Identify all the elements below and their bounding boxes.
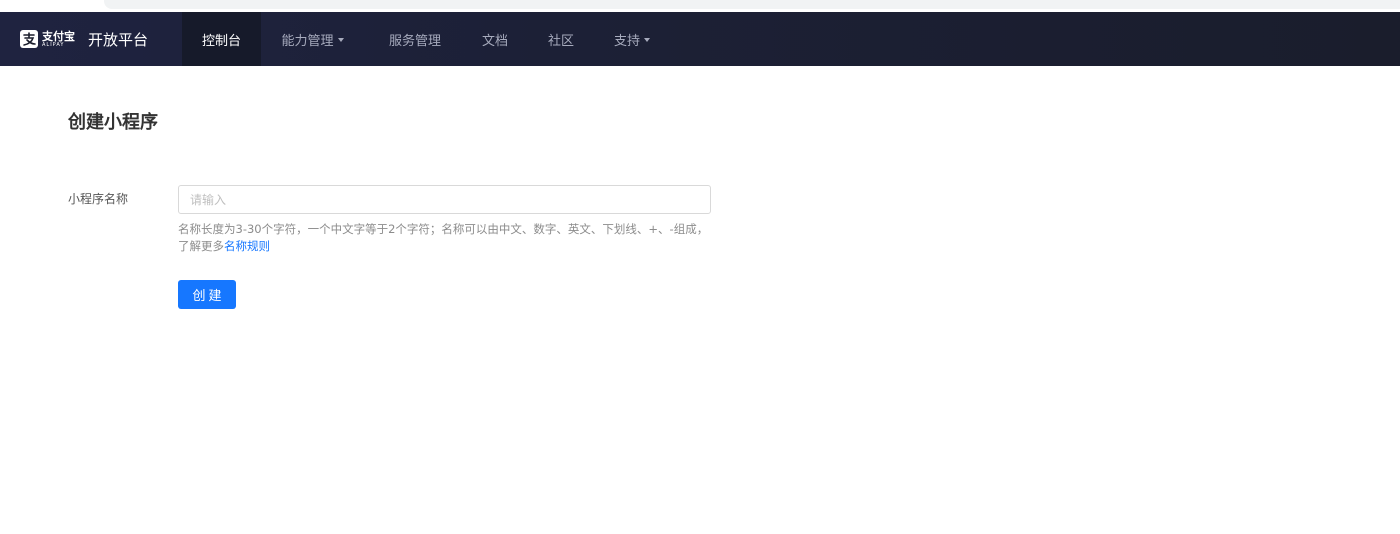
logo-cn-text: 支付宝 bbox=[42, 29, 75, 43]
logo-en-text: ALIPAY bbox=[42, 41, 65, 48]
nav-item-label: 文档 bbox=[481, 33, 508, 49]
brand[interactable]: 支付宝 ALIPAY 开放平台 bbox=[20, 12, 148, 66]
nav-item-console[interactable]: 控制台 bbox=[182, 12, 261, 66]
nav-item-label: 服务管理 bbox=[388, 33, 441, 49]
caret-down-icon bbox=[644, 37, 650, 42]
page-title: 创建小程序 bbox=[68, 112, 158, 133]
platform-title: 开放平台 bbox=[88, 30, 149, 49]
name-field-label: 小程序名称 bbox=[68, 192, 129, 206]
alipay-logo-text: 支付宝 ALIPAY bbox=[42, 31, 75, 48]
top-navigation-bar: 支付宝 ALIPAY 开放平台 控制台 能力管理 服务管理 文档 社区 支持 bbox=[0, 12, 1400, 66]
nav-item-label: 控制台 bbox=[201, 33, 241, 49]
alipay-logo-icon bbox=[20, 30, 38, 48]
naming-rules-link[interactable]: 名称规则 bbox=[224, 239, 270, 253]
nav-item-docs[interactable]: 文档 bbox=[469, 12, 521, 66]
nav-item-capability-management[interactable]: 能力管理 bbox=[261, 12, 364, 66]
caret-down-icon bbox=[337, 37, 344, 42]
nav-item-service-management[interactable]: 服务管理 bbox=[375, 12, 455, 66]
nav-item-label: 支持 bbox=[613, 33, 640, 49]
miniprogram-name-input[interactable] bbox=[178, 185, 711, 214]
create-button[interactable]: 创建 bbox=[178, 280, 236, 309]
nav-item-label: 能力管理 bbox=[281, 33, 334, 49]
browser-tab-edge bbox=[104, 0, 1400, 9]
alipay-logo: 支付宝 ALIPAY bbox=[20, 30, 75, 48]
nav-item-community[interactable]: 社区 bbox=[535, 12, 587, 66]
nav-item-support[interactable]: 支持 bbox=[601, 12, 663, 66]
browser-tab-strip bbox=[0, 0, 1400, 12]
nav-item-label: 社区 bbox=[547, 33, 574, 49]
name-field-hint: 名称长度为3-30个字符，一个中文字等于2个字符；名称可以由中文、数字、英文、下… bbox=[178, 221, 718, 255]
